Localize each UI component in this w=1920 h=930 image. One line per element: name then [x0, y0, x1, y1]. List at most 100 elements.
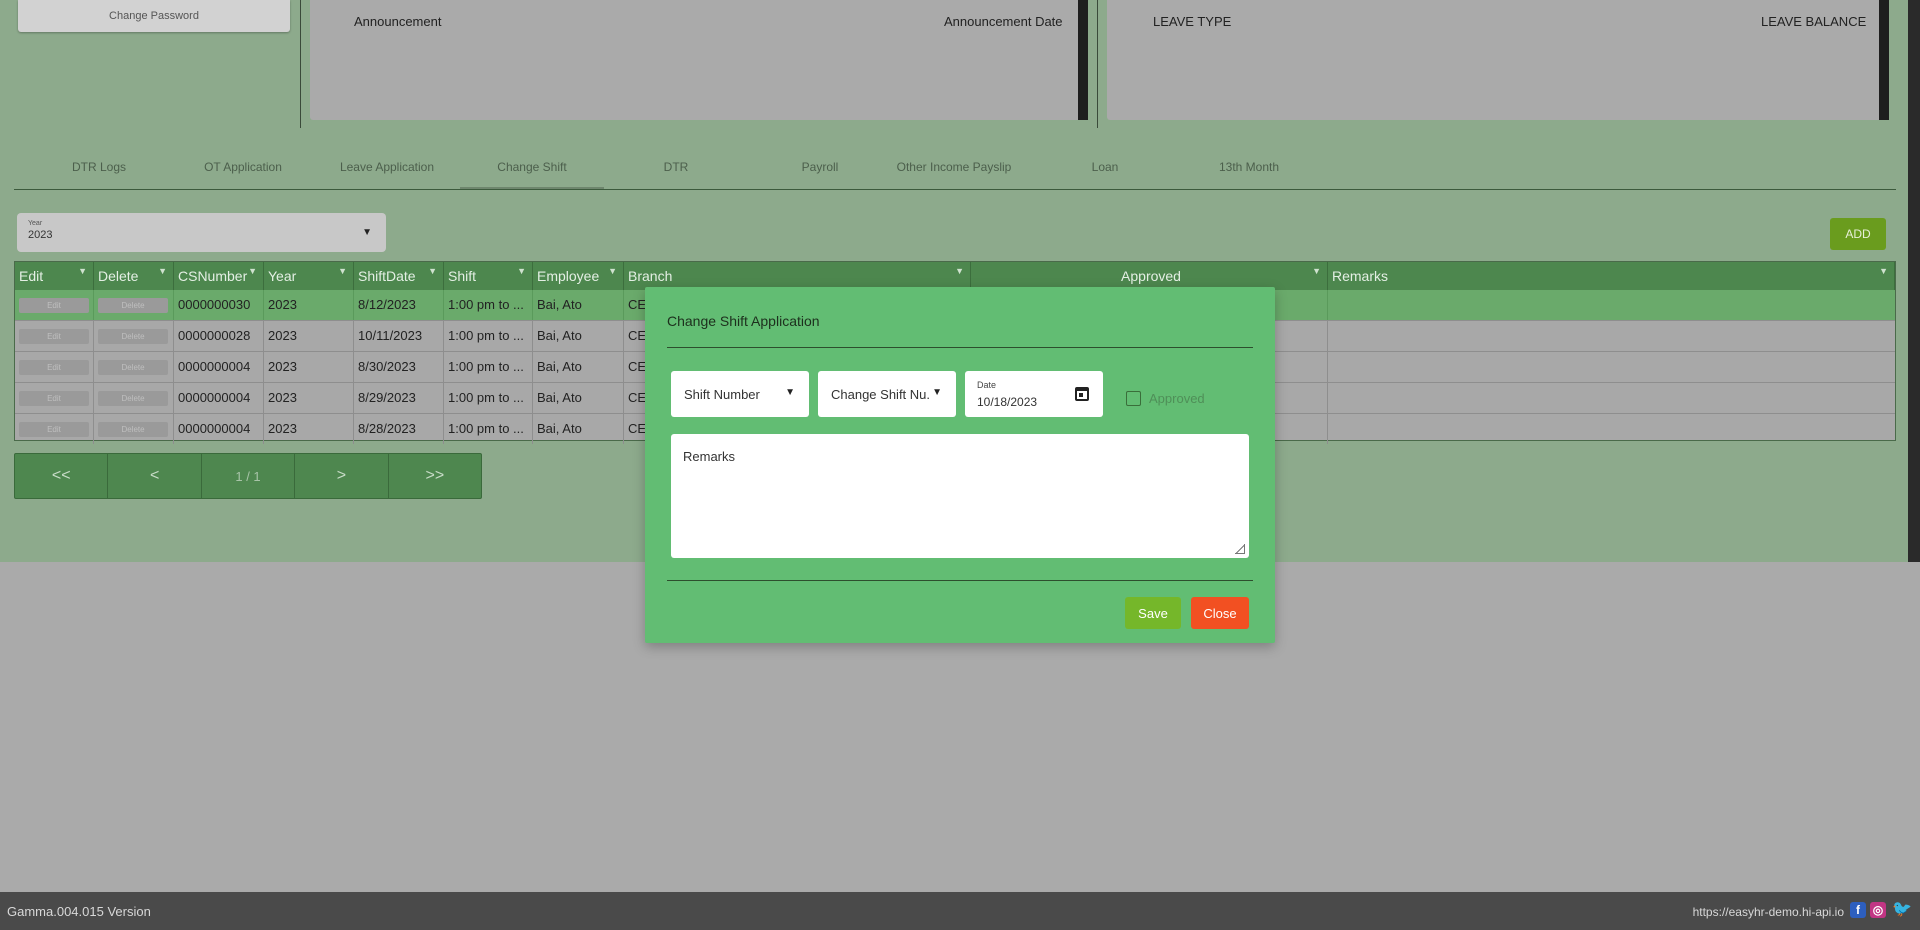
column-header-label: Remarks	[1332, 268, 1389, 284]
edit-button[interactable]: Edit	[19, 329, 89, 344]
delete-button[interactable]: Delete	[98, 391, 168, 406]
filter-icon[interactable]: ▼	[608, 257, 617, 285]
shiftdate-cell: 8/30/2023	[354, 352, 444, 382]
leave-scrollbar[interactable]	[1879, 0, 1889, 120]
date-field[interactable]: Date 10/18/2023	[965, 371, 1103, 417]
chevron-down-icon: ▼	[362, 227, 372, 238]
previous-page-button[interactable]: <	[108, 454, 202, 498]
column-header-shift[interactable]: Shift ▼	[444, 262, 533, 290]
column-header-employee[interactable]: Employee ▼	[533, 262, 624, 290]
page-scrollbar[interactable]	[1908, 0, 1920, 562]
edit-cell: Edit	[15, 290, 94, 320]
delete-cell: Delete	[94, 290, 174, 320]
shiftdate-cell: 10/11/2023	[354, 321, 444, 351]
calendar-icon[interactable]	[1075, 387, 1089, 401]
tab-13th-month[interactable]: 13th Month	[1177, 160, 1321, 174]
add-button[interactable]: ADD	[1830, 218, 1886, 250]
announcement-scrollbar[interactable]	[1078, 0, 1088, 120]
year-cell: 2023	[264, 414, 354, 444]
shiftdate-cell: 8/12/2023	[354, 290, 444, 320]
delete-button[interactable]: Delete	[98, 298, 168, 313]
filter-icon[interactable]: ▼	[517, 257, 526, 285]
remarks-textarea[interactable]: Remarks	[671, 434, 1249, 558]
column-header-edit[interactable]: Edit ▼	[15, 262, 94, 290]
edit-button[interactable]: Edit	[19, 391, 89, 406]
approved-checkbox-label: Approved	[1149, 391, 1205, 406]
tab-dtr-logs[interactable]: DTR Logs	[27, 160, 171, 174]
edit-button[interactable]: Edit	[19, 360, 89, 375]
change-password-button[interactable]: Change Password	[18, 0, 290, 32]
facebook-icon[interactable]: f	[1850, 902, 1866, 918]
tab-leave-application[interactable]: Leave Application	[315, 160, 459, 174]
announcement-date-column-header: Announcement Date	[944, 14, 1063, 29]
page-indicator: 1 / 1	[202, 454, 296, 498]
delete-cell: Delete	[94, 321, 174, 351]
site-link[interactable]: https://easyhr-demo.hi-api.io	[1693, 905, 1844, 919]
filter-icon[interactable]: ▼	[1312, 257, 1321, 285]
close-button[interactable]: Close	[1191, 597, 1249, 629]
remarks-placeholder: Remarks	[683, 449, 736, 464]
column-header-remarks[interactable]: Remarks ▼	[1328, 262, 1895, 290]
last-page-button[interactable]: >>	[389, 454, 481, 498]
column-header-approved[interactable]: Approved ▼	[971, 262, 1328, 290]
next-page-button[interactable]: >	[295, 454, 389, 498]
edit-cell: Edit	[15, 414, 94, 444]
column-header-csnumber[interactable]: CSNumber ▼	[174, 262, 264, 290]
leave-balance-panel: LEAVE TYPE LEAVE BALANCE	[1107, 0, 1889, 120]
filter-icon[interactable]: ▼	[78, 257, 87, 285]
save-button[interactable]: Save	[1125, 597, 1181, 629]
filter-icon[interactable]: ▼	[1879, 257, 1888, 285]
approved-checkbox[interactable]	[1126, 391, 1141, 406]
tab-change-shift[interactable]: Change Shift	[460, 160, 604, 174]
change-shift-number-select[interactable]: Change Shift Nu... ▼	[818, 371, 956, 417]
edit-cell: Edit	[15, 383, 94, 413]
tab-loan[interactable]: Loan	[1033, 160, 1177, 174]
remarks-cell	[1328, 383, 1895, 413]
modal-title: Change Shift Application	[667, 313, 820, 329]
delete-button[interactable]: Delete	[98, 360, 168, 375]
first-page-button[interactable]: <<	[15, 454, 109, 498]
shiftdate-cell: 8/28/2023	[354, 414, 444, 444]
footer: Gamma.004.015 Version https://easyhr-dem…	[0, 892, 1920, 930]
edit-button[interactable]: Edit	[19, 298, 89, 313]
shift-cell: 1:00 pm to ...	[444, 290, 533, 320]
resize-handle[interactable]	[1235, 544, 1245, 554]
filter-icon[interactable]: ▼	[158, 257, 167, 285]
tab-payroll[interactable]: Payroll	[748, 160, 892, 174]
filter-icon[interactable]: ▼	[955, 257, 964, 285]
shift-number-select[interactable]: Shift Number ▼	[671, 371, 809, 417]
column-header-branch[interactable]: Branch ▼	[624, 262, 971, 290]
shift-cell: 1:00 pm to ...	[444, 352, 533, 382]
shift-cell: 1:00 pm to ...	[444, 383, 533, 413]
shift-cell: 1:00 pm to ...	[444, 321, 533, 351]
csnumber-cell: 0000000004	[174, 352, 264, 382]
column-header-label: Delete	[98, 268, 139, 284]
csnumber-cell: 0000000004	[174, 383, 264, 413]
delete-button[interactable]: Delete	[98, 329, 168, 344]
filter-icon[interactable]: ▼	[338, 257, 347, 285]
year-select[interactable]: Year 2023 ▼	[17, 213, 386, 252]
announcement-panel: Announcement Announcement Date	[310, 0, 1088, 120]
filter-icon[interactable]: ▼	[428, 257, 437, 285]
modal-divider	[667, 347, 1253, 348]
csnumber-cell: 0000000004	[174, 414, 264, 444]
column-header-delete[interactable]: Delete ▼	[94, 262, 174, 290]
remarks-cell	[1328, 352, 1895, 382]
filter-icon[interactable]: ▼	[248, 257, 257, 285]
delete-button[interactable]: Delete	[98, 422, 168, 437]
twitter-icon[interactable]: 🐦	[1892, 902, 1912, 918]
column-header-year[interactable]: Year ▼	[264, 262, 354, 290]
column-header-shiftdate[interactable]: ShiftDate ▼	[354, 262, 444, 290]
tab-dtr[interactable]: DTR	[604, 160, 748, 174]
column-header-label: Employee	[537, 268, 600, 284]
edit-button[interactable]: Edit	[19, 422, 89, 437]
delete-cell: Delete	[94, 414, 174, 444]
divider	[300, 0, 301, 128]
column-header-label: Year	[268, 268, 297, 284]
tab-ot-application[interactable]: OT Application	[171, 160, 315, 174]
shift-number-placeholder: Shift Number	[684, 387, 760, 402]
instagram-icon[interactable]: ◎	[1870, 902, 1886, 918]
tab-other-income-payslip[interactable]: Other Income Payslip	[882, 160, 1026, 174]
active-tab-indicator	[460, 187, 604, 189]
year-cell: 2023	[264, 352, 354, 382]
